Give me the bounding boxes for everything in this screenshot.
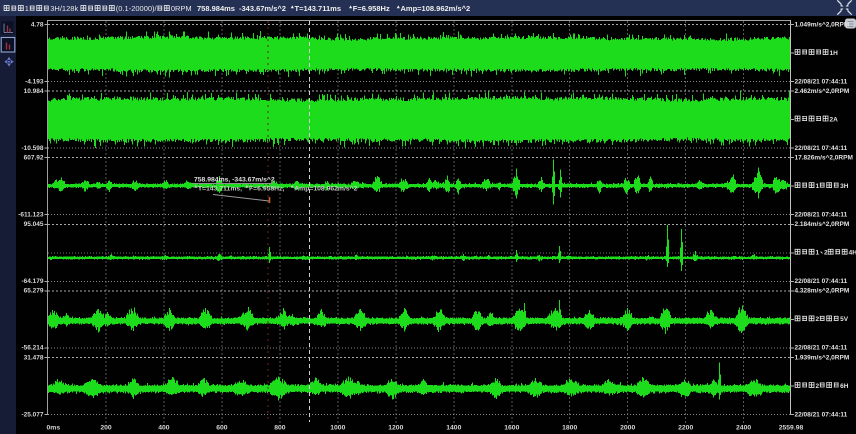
svg-text:Amp=108.962m/s^2: Amp=108.962m/s^2 bbox=[401, 4, 471, 13]
svg-text:1: 1 bbox=[25, 4, 29, 13]
svg-text:2.184m/s^2,0RPM: 2.184m/s^2,0RPM bbox=[795, 220, 850, 228]
svg-text:1800: 1800 bbox=[562, 425, 577, 432]
svg-text:600: 600 bbox=[216, 425, 228, 432]
svg-text:-56.214: -56.214 bbox=[21, 345, 43, 352]
svg-text:0ms: 0ms bbox=[47, 425, 61, 432]
svg-text:10.984: 10.984 bbox=[24, 88, 44, 95]
svg-text:1: 1 bbox=[816, 183, 820, 190]
svg-text:1H: 1H bbox=[830, 50, 839, 57]
svg-text:31.478: 31.478 bbox=[24, 354, 44, 361]
svg-text:6H: 6H bbox=[840, 383, 849, 390]
svg-text:-611.123: -611.123 bbox=[18, 212, 44, 219]
svg-text:1200: 1200 bbox=[388, 425, 403, 432]
svg-text:400: 400 bbox=[158, 425, 170, 432]
svg-text:2: 2 bbox=[816, 316, 820, 323]
svg-text:607.92: 607.92 bbox=[24, 155, 44, 162]
svg-text:22/08/21 07:44:11: 22/08/21 07:44:11 bbox=[795, 411, 848, 418]
svg-text:2: 2 bbox=[816, 383, 820, 390]
svg-text:2.462m/s^2,0RPM: 2.462m/s^2,0RPM bbox=[795, 87, 850, 95]
svg-text:T=143.711ms,: T=143.711ms, bbox=[198, 186, 242, 193]
svg-text:5V: 5V bbox=[840, 316, 849, 323]
svg-text:-10.598: -10.598 bbox=[21, 145, 43, 152]
svg-text:65.279: 65.279 bbox=[24, 288, 44, 295]
svg-text:17.826m/s^2,0RPM: 17.826m/s^2,0RPM bbox=[795, 154, 853, 162]
svg-text:2559.98: 2559.98 bbox=[779, 425, 804, 432]
svg-text:2000: 2000 bbox=[620, 425, 635, 432]
svg-text:-343.67m/s^2: -343.67m/s^2 bbox=[239, 4, 286, 13]
svg-text:2: 2 bbox=[824, 250, 828, 257]
svg-text:22/08/21 07:44:11: 22/08/21 07:44:11 bbox=[795, 345, 848, 352]
svg-text:758.984ms: 758.984ms bbox=[197, 4, 235, 13]
svg-text:T=143.711ms: T=143.711ms bbox=[295, 4, 342, 13]
svg-text:(0.1-20000)/: (0.1-20000)/ bbox=[116, 4, 158, 13]
svg-text:758.984ms, -343.67m/s^2: 758.984ms, -343.67m/s^2 bbox=[194, 176, 275, 184]
svg-text:800: 800 bbox=[274, 425, 286, 432]
svg-text:2400: 2400 bbox=[736, 425, 751, 432]
svg-text:2200: 2200 bbox=[678, 425, 693, 432]
svg-text:2A: 2A bbox=[830, 116, 839, 123]
svg-text:4H: 4H bbox=[849, 250, 856, 257]
svg-text:1600: 1600 bbox=[504, 425, 519, 432]
svg-text:F=6.958Hz: F=6.958Hz bbox=[353, 4, 390, 13]
svg-text:-4.193: -4.193 bbox=[25, 78, 44, 85]
svg-text:3H: 3H bbox=[840, 183, 849, 190]
svg-text:1400: 1400 bbox=[446, 425, 461, 432]
svg-text:1.939m/s^2,0RPM: 1.939m/s^2,0RPM bbox=[795, 353, 850, 361]
svg-text:F=6.958Hz,: F=6.958Hz, bbox=[249, 186, 284, 193]
svg-text:1.049m/s^2,0RPM: 1.049m/s^2,0RPM bbox=[795, 20, 850, 28]
svg-text:-64.179: -64.179 bbox=[21, 278, 43, 285]
svg-text:22/08/21 07:44:11: 22/08/21 07:44:11 bbox=[795, 145, 848, 152]
svg-text:22/08/21 07:44:11: 22/08/21 07:44:11 bbox=[795, 78, 848, 85]
svg-text:4.328m/s^2,0RPM: 4.328m/s^2,0RPM bbox=[795, 287, 850, 295]
svg-text:1: 1 bbox=[816, 250, 820, 257]
svg-text:95.045: 95.045 bbox=[24, 221, 44, 228]
svg-text:200: 200 bbox=[100, 425, 112, 432]
svg-text:Amp=108.962m/s^2: Amp=108.962m/s^2 bbox=[294, 185, 357, 193]
svg-text:-25.077: -25.077 bbox=[21, 411, 43, 418]
svg-text:3H/128k: 3H/128k bbox=[50, 4, 78, 13]
svg-text:0RPM: 0RPM bbox=[171, 4, 192, 13]
svg-text:4.78: 4.78 bbox=[31, 21, 44, 28]
svg-text:22/08/21 07:44:11: 22/08/21 07:44:11 bbox=[795, 212, 848, 219]
svg-text:22/08/21 07:44:11: 22/08/21 07:44:11 bbox=[795, 278, 848, 285]
svg-text:1000: 1000 bbox=[330, 425, 345, 432]
